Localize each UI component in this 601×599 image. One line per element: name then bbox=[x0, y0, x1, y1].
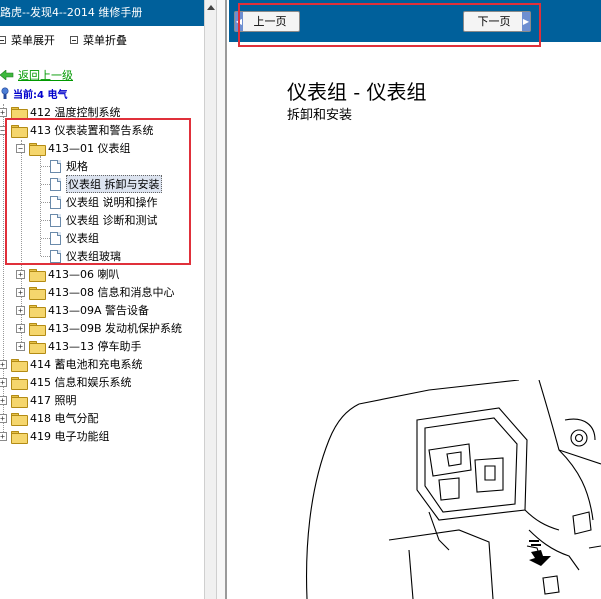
tree-node-418[interactable]: + 418 电气分配 bbox=[0, 410, 99, 426]
folder-icon bbox=[29, 340, 46, 354]
folder-icon bbox=[29, 286, 46, 300]
tree-node-413-08[interactable]: + 413—08 信息和消息中心 bbox=[16, 284, 175, 300]
tree-node-label: 413—13 停车助手 bbox=[48, 340, 142, 353]
document-pane: ◀ 上一页 下一页 ▶ 仪表组 - 仪表组 拆卸和安装 bbox=[229, 0, 601, 599]
expand-icon bbox=[0, 36, 6, 44]
annotation-highlight-box bbox=[5, 118, 191, 265]
tree-node-413-09b[interactable]: + 413—09B 发动机保护系统 bbox=[16, 320, 182, 336]
navigation-tree-pane: 路虎--发现4--2014 维修手册 菜单展开 菜单折叠 返回上一级 当前:4 … bbox=[0, 0, 204, 599]
annotation-highlight-box bbox=[238, 3, 541, 47]
vertical-scrollbar[interactable] bbox=[204, 0, 217, 599]
menu-expand-label: 菜单展开 bbox=[11, 34, 55, 47]
tree-node-label: 417 照明 bbox=[30, 394, 77, 407]
current-location: 当前:4 电气 bbox=[0, 86, 67, 101]
tree-node-label: 413—09A 警告设备 bbox=[48, 304, 150, 317]
expand-toggle-icon[interactable]: + bbox=[0, 413, 7, 423]
instrument-cluster-illustration bbox=[305, 380, 601, 599]
expand-toggle-icon[interactable]: + bbox=[16, 323, 25, 333]
menu-collapse-label: 菜单折叠 bbox=[83, 34, 127, 47]
tree-node-label: 419 电子功能组 bbox=[30, 430, 110, 443]
back-up-level-label: 返回上一级 bbox=[18, 69, 73, 82]
tree-node-label: 415 信息和娱乐系统 bbox=[30, 376, 132, 389]
expand-toggle-icon[interactable]: + bbox=[0, 377, 7, 387]
location-pin-icon bbox=[1, 87, 9, 99]
document-subtitle: 拆卸和安装 bbox=[287, 108, 353, 123]
tree-node-label: 413—09B 发动机保护系统 bbox=[48, 322, 183, 335]
folder-icon bbox=[11, 430, 28, 444]
document-title: 仪表组 - 仪表组 bbox=[287, 80, 427, 104]
tree-node-413-13[interactable]: + 413—13 停车助手 bbox=[16, 338, 142, 354]
arrow-up-icon bbox=[206, 5, 215, 10]
folder-icon bbox=[29, 268, 46, 282]
folder-icon bbox=[11, 358, 28, 372]
folder-icon bbox=[29, 304, 46, 318]
tree-node-label: 414 蓄电池和充电系统 bbox=[30, 358, 143, 371]
tree-node-417[interactable]: + 417 照明 bbox=[0, 392, 77, 408]
tree-node-label: 418 电气分配 bbox=[30, 412, 99, 425]
expand-toggle-icon[interactable]: + bbox=[0, 359, 7, 369]
collapse-icon bbox=[70, 36, 78, 44]
expand-toggle-icon[interactable]: + bbox=[16, 287, 25, 297]
expand-toggle-icon[interactable]: + bbox=[16, 305, 25, 315]
tree-node-label: 413—06 喇叭 bbox=[48, 268, 120, 281]
scroll-up-button[interactable] bbox=[205, 0, 216, 15]
tree-node-414[interactable]: + 414 蓄电池和充电系统 bbox=[0, 356, 143, 372]
back-up-level-link[interactable]: 返回上一级 bbox=[0, 67, 73, 83]
expand-toggle-icon[interactable]: + bbox=[0, 395, 7, 405]
menu-collapse-button[interactable]: 菜单折叠 bbox=[70, 33, 127, 47]
tree-node-419[interactable]: + 419 电子功能组 bbox=[0, 428, 110, 444]
expand-toggle-icon[interactable]: + bbox=[0, 431, 7, 441]
folder-icon bbox=[29, 322, 46, 336]
tree-node-413-06[interactable]: + 413—06 喇叭 bbox=[16, 266, 120, 282]
folder-icon bbox=[11, 376, 28, 390]
menu-expand-button[interactable]: 菜单展开 bbox=[0, 33, 55, 47]
folder-icon bbox=[11, 394, 28, 408]
manual-title-bar: 路虎--发现4--2014 维修手册 bbox=[0, 0, 204, 26]
tree-node-415[interactable]: + 415 信息和娱乐系统 bbox=[0, 374, 132, 390]
tree-node-label: 413—08 信息和消息中心 bbox=[48, 286, 175, 299]
tree-node-413-09a[interactable]: + 413—09A 警告设备 bbox=[16, 302, 149, 318]
current-location-label: 当前:4 电气 bbox=[13, 90, 68, 101]
back-arrow-icon bbox=[0, 70, 14, 80]
expand-toggle-icon[interactable]: + bbox=[16, 269, 25, 279]
expand-toggle-icon[interactable]: + bbox=[0, 107, 7, 117]
expand-toggle-icon[interactable]: + bbox=[16, 341, 25, 351]
manual-title: 路虎--发现4--2014 维修手册 bbox=[0, 6, 143, 19]
folder-icon bbox=[11, 412, 28, 426]
frame-divider[interactable] bbox=[217, 0, 227, 599]
folder-icon bbox=[11, 106, 28, 120]
